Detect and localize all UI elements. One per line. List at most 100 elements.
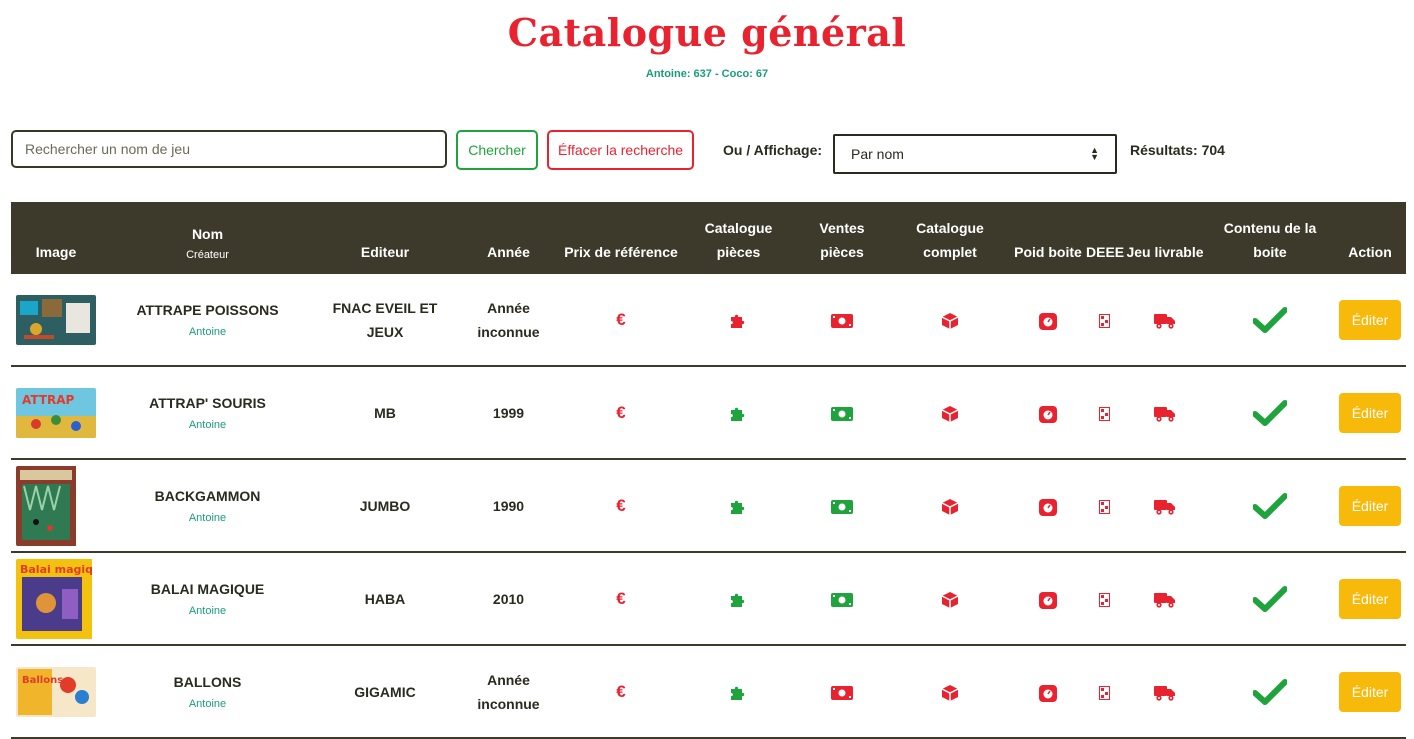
game-thumbnail[interactable] [16,465,96,546]
game-name: BACKGAMMON [154,487,261,504]
checkmark-icon[interactable] [1253,306,1287,333]
game-thumbnail[interactable]: ATTRAP [16,387,96,438]
weight-icon[interactable] [1039,684,1057,702]
truck-icon[interactable] [1154,499,1176,515]
game-creator: Antoine [188,418,227,431]
sort-selected-value: Par nom [851,146,904,162]
game-thumbnail[interactable]: Balai magique [16,558,96,639]
table-row: Balai magique BALAI MAGIQUE Antoine HABA… [11,552,1406,646]
game-creator: Antoine [188,604,227,617]
table-row: ATTRAPE POISSONS Antoine FNAC EVEIL ET J… [11,274,1406,367]
weight-icon[interactable] [1039,312,1057,330]
box-icon[interactable] [941,405,959,423]
checkmark-icon[interactable] [1253,585,1287,612]
deee-recycle-icon[interactable] [1098,685,1110,700]
deee-recycle-icon[interactable] [1098,313,1110,328]
box-icon[interactable] [941,312,959,330]
svg-text:Balai magique: Balai magique [20,563,92,576]
game-year: Année inconnue [456,274,561,367]
table-header-row: Image Nom Créateur Editeur Année Prix de… [11,202,1406,274]
col-parts-catalog: Catalogue pièces [681,202,796,274]
game-publisher: FNAC EVEIL ET JEUX [314,274,456,367]
col-box-weight: Poid boite [1012,202,1084,274]
deee-recycle-icon[interactable] [1098,592,1110,607]
catalogue-table: Image Nom Créateur Editeur Année Prix de… [11,202,1406,739]
clear-search-button[interactable]: Éffacer la recherche [547,130,694,170]
money-bill-icon[interactable] [831,685,853,700]
game-name: ATTRAPE POISSONS [136,301,279,318]
sort-select[interactable]: Par nom ▲ ▼ [833,134,1117,174]
col-name[interactable]: Nom Créateur [101,202,314,274]
game-publisher: HABA [314,552,456,646]
col-ref-price: Prix de référence [561,202,681,274]
col-action: Action [1334,202,1406,274]
puzzle-icon[interactable] [729,312,749,330]
game-thumbnail[interactable] [16,294,96,345]
game-thumbnail[interactable]: Ballons [16,666,96,717]
select-arrows-icon: ▲ ▼ [1090,145,1099,162]
col-parts-sales: Ventes pièces [796,202,888,274]
game-publisher: JUMBO [314,459,456,553]
col-name-label: Nom [191,226,224,242]
box-icon[interactable] [941,591,959,609]
truck-icon[interactable] [1154,685,1176,701]
box-icon[interactable] [941,498,959,516]
table-row: BACKGAMMON Antoine JUMBO 1990 € Éditer [11,459,1406,553]
game-year: Année inconnue [456,645,561,739]
col-year[interactable]: Année [456,202,561,274]
money-bill-icon[interactable] [831,592,853,607]
euro-icon[interactable]: € [616,403,625,422]
game-name: BALLONS [173,673,242,690]
weight-icon[interactable] [1039,405,1057,423]
checkmark-icon[interactable] [1253,399,1287,426]
euro-icon[interactable]: € [616,496,625,515]
game-year: 1999 [456,366,561,460]
weight-icon[interactable] [1039,591,1057,609]
col-creator-label: Créateur [186,249,229,261]
results-count: Résultats: 704 [1130,142,1225,158]
edit-button[interactable]: Éditer [1339,485,1401,526]
svg-text:Ballons: Ballons [22,675,63,686]
game-publisher: MB [314,366,456,460]
euro-icon[interactable]: € [616,310,625,329]
puzzle-icon[interactable] [729,684,749,702]
col-deliverable: Jeu livrable [1124,202,1206,274]
col-image: Image [11,202,101,274]
deee-recycle-icon[interactable] [1098,499,1110,514]
game-name: ATTRAP' SOURIS [149,394,266,411]
game-creator: Antoine [188,511,227,524]
checkmark-icon[interactable] [1253,492,1287,519]
table-row: ATTRAP ATTRAP' SOURIS Antoine MB 1999 € … [11,366,1406,460]
box-icon[interactable] [941,684,959,702]
edit-button[interactable]: Éditer [1339,671,1401,712]
svg-text:ATTRAP: ATTRAP [22,393,75,407]
edit-button[interactable]: Éditer [1339,299,1401,340]
col-full-catalog: Catalogue complet [888,202,1012,274]
edit-button[interactable]: Éditer [1339,578,1401,619]
puzzle-icon[interactable] [729,591,749,609]
checkmark-icon[interactable] [1253,678,1287,705]
money-bill-icon[interactable] [831,406,853,421]
game-year: 1990 [456,459,561,553]
page-title: Catalogue général [507,10,907,55]
deee-recycle-icon[interactable] [1098,406,1110,421]
search-button[interactable]: Chercher [456,130,538,170]
search-input[interactable] [11,130,447,168]
game-year: 2010 [456,552,561,646]
truck-icon[interactable] [1154,406,1176,422]
euro-icon[interactable]: € [616,682,625,701]
money-bill-icon[interactable] [831,499,853,514]
col-box-content: Contenu de la boite [1206,202,1334,274]
puzzle-icon[interactable] [729,405,749,423]
game-creator: Antoine [188,697,227,710]
weight-icon[interactable] [1039,498,1057,516]
edit-button[interactable]: Éditer [1339,392,1401,433]
truck-icon[interactable] [1154,313,1176,329]
money-bill-icon[interactable] [831,313,853,328]
euro-icon[interactable]: € [616,589,625,608]
col-publisher[interactable]: Editeur [314,202,456,274]
game-creator: Antoine [188,325,227,338]
table-row: Ballons BALLONS Antoine GIGAMIC Année in… [11,645,1406,739]
puzzle-icon[interactable] [729,498,749,516]
truck-icon[interactable] [1154,592,1176,608]
